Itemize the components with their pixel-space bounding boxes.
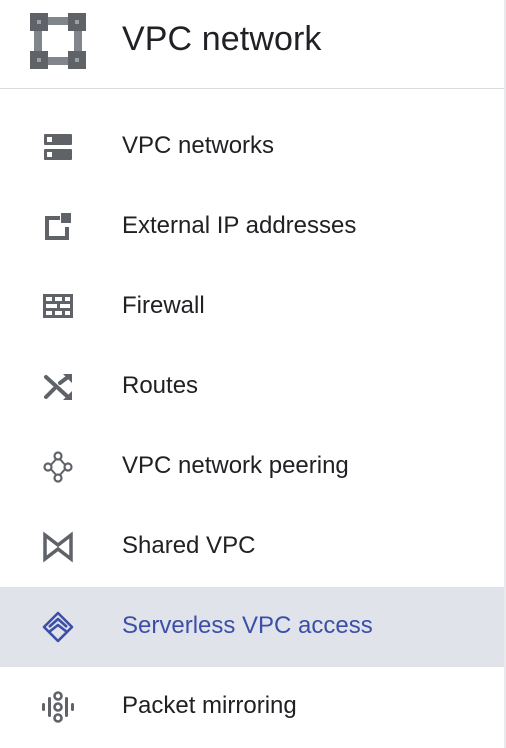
serverless-vpc-icon bbox=[42, 611, 74, 643]
nav-item-label: VPC networks bbox=[122, 132, 275, 159]
nav-item-serverless-vpc-access[interactable]: Serverless VPC access bbox=[0, 587, 504, 667]
nav-item-label: Packet mirroring bbox=[122, 692, 297, 719]
nav-item-label: Serverless VPC access bbox=[122, 612, 373, 639]
nav-item-label: Firewall bbox=[122, 292, 205, 319]
external-ip-icon bbox=[45, 213, 71, 240]
firewall-icon bbox=[43, 294, 73, 318]
nav-item-routes[interactable]: Routes bbox=[0, 347, 504, 427]
nav-item-vpc-network-peering[interactable]: VPC network peering bbox=[0, 427, 504, 507]
nav-item-firewall[interactable]: Firewall bbox=[0, 267, 504, 347]
nav-item-vpc-networks[interactable]: VPC networks bbox=[0, 107, 504, 187]
peering-icon bbox=[43, 451, 73, 483]
shared-vpc-icon bbox=[43, 531, 73, 563]
nav-item-packet-mirroring[interactable]: Packet mirroring bbox=[0, 667, 504, 747]
sidebar-nav: VPC networks External IP addresses Firew… bbox=[0, 107, 504, 747]
nav-item-shared-vpc[interactable]: Shared VPC bbox=[0, 507, 504, 587]
product-header: VPC network bbox=[0, 0, 504, 89]
nav-item-external-ip-addresses[interactable]: External IP addresses bbox=[0, 187, 504, 267]
nav-item-label: Shared VPC bbox=[122, 532, 256, 559]
packet-mirroring-icon bbox=[42, 691, 74, 723]
nav-item-label: Routes bbox=[122, 372, 199, 399]
vpc-networks-icon bbox=[44, 134, 72, 160]
vpc-network-logo-icon bbox=[30, 13, 86, 69]
nav-item-label: VPC network peering bbox=[122, 452, 349, 479]
nav-item-label: External IP addresses bbox=[122, 212, 357, 239]
page-title: VPC network bbox=[122, 20, 322, 58]
routes-icon bbox=[44, 374, 72, 400]
